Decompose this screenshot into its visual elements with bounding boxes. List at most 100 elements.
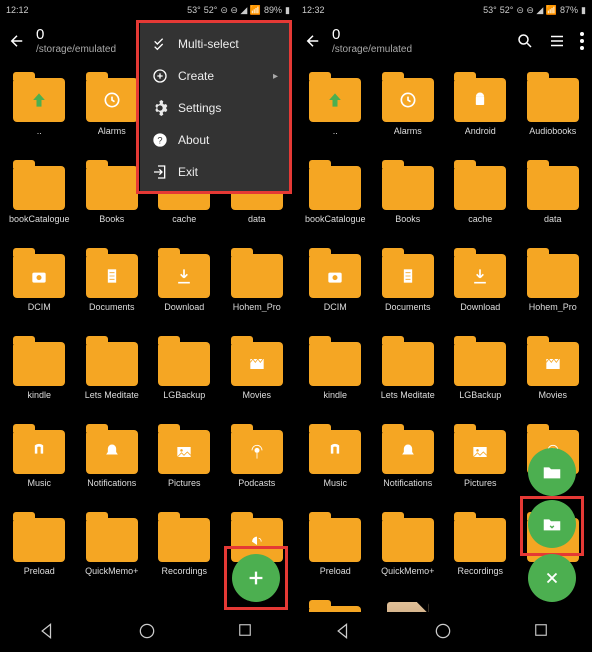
folder-item[interactable]: QuickMemo+ bbox=[77, 504, 148, 590]
nav-recent[interactable] bbox=[532, 621, 554, 643]
fab-close[interactable] bbox=[528, 554, 576, 602]
folder-icon bbox=[309, 254, 361, 298]
folder-label: QuickMemo+ bbox=[381, 566, 434, 576]
menu-about[interactable]: ? About bbox=[140, 124, 290, 156]
folder-label: Lets Meditate bbox=[381, 390, 435, 400]
menu-exit[interactable]: Exit bbox=[140, 156, 290, 188]
view-list-button[interactable] bbox=[548, 32, 566, 50]
overflow-menu: Multi-select Create ▸ Settings ? About E… bbox=[140, 22, 290, 194]
folder-icon bbox=[454, 430, 506, 474]
folder-item[interactable]: Books bbox=[373, 152, 444, 238]
folder-label: Alarms bbox=[394, 126, 422, 136]
more-button[interactable] bbox=[580, 32, 584, 50]
folder-item[interactable]: QuickMemo+ bbox=[373, 504, 444, 590]
folder-item[interactable]: Pictures bbox=[445, 416, 516, 502]
folder-item[interactable]: bookCatalogue bbox=[4, 152, 75, 238]
nav-home[interactable] bbox=[433, 621, 455, 643]
folder-item[interactable]: bookCatalogue bbox=[300, 152, 371, 238]
path-title[interactable]: 0 /storage/emulated bbox=[332, 27, 508, 55]
status-time: 12:32 bbox=[302, 5, 325, 15]
folder-label: DCIM bbox=[28, 302, 51, 312]
folder-item[interactable]: kindle bbox=[300, 328, 371, 414]
folder-icon bbox=[86, 254, 138, 298]
folder-item[interactable]: SampleCompression bbox=[300, 592, 371, 612]
folder-icon bbox=[231, 254, 283, 298]
folder-item[interactable]: .. bbox=[4, 64, 75, 150]
folder-item[interactable]: Movies bbox=[222, 328, 293, 414]
fab-new-folder[interactable] bbox=[528, 448, 576, 496]
folder-item[interactable]: Pictures bbox=[149, 416, 220, 502]
folder-label: Notifications bbox=[383, 478, 432, 488]
folder-item[interactable]: DCIM bbox=[4, 240, 75, 326]
folder-icon bbox=[231, 342, 283, 386]
folder-item[interactable]: Music bbox=[300, 416, 371, 502]
fab-archive[interactable] bbox=[528, 500, 576, 548]
folder-item[interactable]: Download bbox=[445, 240, 516, 326]
folder-item[interactable]: Audiobooks bbox=[518, 64, 589, 150]
search-button[interactable] bbox=[516, 32, 534, 50]
folder-label: .. bbox=[37, 126, 42, 136]
folder-icon bbox=[382, 166, 434, 210]
folder-item[interactable]: Notifications bbox=[77, 416, 148, 502]
folder-label: Android bbox=[465, 126, 496, 136]
nav-back[interactable] bbox=[334, 621, 356, 643]
file-item[interactable]: 7zarchiveNew.7z bbox=[373, 592, 444, 612]
folder-item[interactable]: .. bbox=[300, 64, 371, 150]
folder-item[interactable]: Alarms bbox=[373, 64, 444, 150]
folder-item[interactable]: cache bbox=[445, 152, 516, 238]
folder-label: Download bbox=[460, 302, 500, 312]
status-icons: ⊝ ⊖ ◢ 📶 bbox=[516, 5, 557, 16]
folder-label: bookCatalogue bbox=[305, 214, 366, 224]
folder-item[interactable]: Lets Meditate bbox=[373, 328, 444, 414]
folder-icon bbox=[158, 430, 210, 474]
folder-label: Download bbox=[164, 302, 204, 312]
folder-item[interactable]: Movies bbox=[518, 328, 589, 414]
folder-label: Preload bbox=[320, 566, 351, 576]
folder-item[interactable]: data bbox=[518, 152, 589, 238]
folder-label: Podcasts bbox=[238, 478, 275, 488]
nav-back[interactable] bbox=[38, 621, 60, 643]
folder-item[interactable]: Alarms bbox=[77, 64, 148, 150]
folder-icon bbox=[158, 254, 210, 298]
folder-icon bbox=[527, 254, 579, 298]
menu-settings[interactable]: Settings bbox=[140, 92, 290, 124]
folder-label: bookCatalogue bbox=[9, 214, 70, 224]
folder-label: Pictures bbox=[464, 478, 497, 488]
folder-item[interactable]: Documents bbox=[77, 240, 148, 326]
folder-icon bbox=[527, 78, 579, 122]
folder-item[interactable]: Books bbox=[77, 152, 148, 238]
folder-item[interactable]: Hohem_Pro bbox=[518, 240, 589, 326]
menu-create[interactable]: Create ▸ bbox=[140, 60, 290, 92]
nav-recent[interactable] bbox=[236, 621, 258, 643]
folder-label: .. bbox=[333, 126, 338, 136]
folder-label: Books bbox=[395, 214, 420, 224]
folder-item[interactable]: Recordings bbox=[445, 504, 516, 590]
back-button[interactable] bbox=[8, 32, 28, 50]
back-button[interactable] bbox=[304, 32, 324, 50]
folder-icon bbox=[13, 518, 65, 562]
folder-item[interactable]: kindle bbox=[4, 328, 75, 414]
folder-label: Music bbox=[27, 478, 51, 488]
folder-item[interactable]: Lets Meditate bbox=[77, 328, 148, 414]
folder-item[interactable]: DCIM bbox=[300, 240, 371, 326]
folder-item[interactable]: Android bbox=[445, 64, 516, 150]
archive-file-icon: 7z bbox=[387, 602, 429, 612]
folder-item[interactable]: LGBackup bbox=[149, 328, 220, 414]
folder-item[interactable]: Podcasts bbox=[222, 416, 293, 502]
folder-item[interactable]: Preload bbox=[300, 504, 371, 590]
folder-item[interactable]: Music bbox=[4, 416, 75, 502]
folder-icon bbox=[454, 518, 506, 562]
folder-item[interactable]: Notifications bbox=[373, 416, 444, 502]
menu-multiselect[interactable]: Multi-select bbox=[140, 28, 290, 60]
nav-home[interactable] bbox=[137, 621, 159, 643]
folder-item[interactable]: Preload bbox=[4, 504, 75, 590]
folder-label: kindle bbox=[323, 390, 347, 400]
folder-item[interactable]: Download bbox=[149, 240, 220, 326]
navigation-bar bbox=[0, 612, 296, 652]
folder-item[interactable]: Documents bbox=[373, 240, 444, 326]
folder-item[interactable]: Hohem_Pro bbox=[222, 240, 293, 326]
fab-add[interactable] bbox=[232, 554, 280, 602]
folder-item[interactable]: LGBackup bbox=[445, 328, 516, 414]
folder-icon bbox=[86, 78, 138, 122]
folder-item[interactable]: Recordings bbox=[149, 504, 220, 590]
